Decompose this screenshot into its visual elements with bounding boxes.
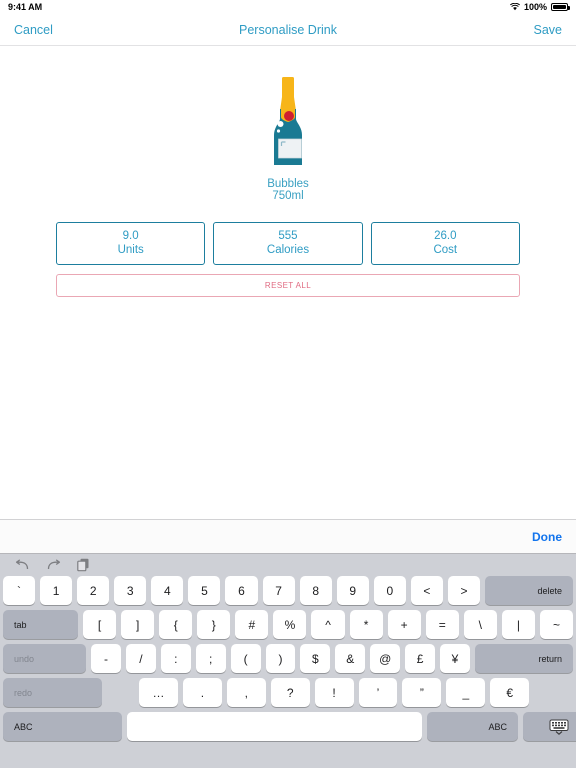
stats-row: 9.0 Units 555 Calories 26.0 Cost <box>56 222 520 265</box>
key-yen[interactable]: ¥ <box>440 644 470 673</box>
undo-icon[interactable] <box>15 559 30 571</box>
keyboard-row-5: ABC ABC <box>3 712 576 741</box>
key-asterisk[interactable]: * <box>349 610 383 639</box>
keyboard-row-1: ` 1 2 3 4 5 6 7 8 9 0 < > delete <box>3 576 574 605</box>
battery-icon <box>551 3 570 11</box>
key-caret[interactable]: ^ <box>311 610 345 639</box>
key-quote[interactable]: ” <box>402 678 442 707</box>
key-apostrophe[interactable]: ’ <box>358 678 398 707</box>
save-button[interactable]: Save <box>534 23 563 37</box>
paste-icon[interactable] <box>77 558 90 572</box>
key-delete[interactable]: delete <box>485 576 574 605</box>
key-7[interactable]: 7 <box>262 576 295 605</box>
key-5[interactable]: 5 <box>188 576 221 605</box>
key-6[interactable]: 6 <box>225 576 258 605</box>
key-backslash[interactable]: \ <box>463 610 497 639</box>
key-brace-right[interactable]: } <box>197 610 231 639</box>
key-exclamation[interactable]: ! <box>314 678 354 707</box>
row4-trailing-spacer <box>534 678 573 707</box>
key-question[interactable]: ? <box>270 678 310 707</box>
stat-box-units[interactable]: 9.0 Units <box>56 222 206 265</box>
champagne-bottle-icon <box>274 77 302 165</box>
stat-label-cost: Cost <box>433 244 458 256</box>
key-undo[interactable]: undo <box>3 644 86 673</box>
stat-box-cost[interactable]: 26.0 Cost <box>370 222 520 265</box>
key-dollar[interactable]: $ <box>300 644 331 673</box>
dismiss-keyboard-icon[interactable] <box>523 712 576 741</box>
key-underscore[interactable]: _ <box>446 678 486 707</box>
key-plus[interactable]: + <box>387 610 421 639</box>
key-ampersand[interactable]: & <box>335 644 366 673</box>
key-colon[interactable]: : <box>160 644 191 673</box>
key-brace-left[interactable]: { <box>159 610 193 639</box>
stat-value-cost: 26.0 <box>434 230 457 242</box>
main-content: Bubbles 750ml 9.0 Units 555 Calories 26.… <box>0 47 576 519</box>
key-3[interactable]: 3 <box>114 576 147 605</box>
redo-icon[interactable] <box>46 559 61 571</box>
key-at[interactable]: @ <box>370 644 401 673</box>
key-less-than[interactable]: < <box>410 576 443 605</box>
stat-value-calories: 555 <box>278 230 298 242</box>
key-8[interactable]: 8 <box>299 576 332 605</box>
cancel-button[interactable]: Cancel <box>14 23 53 37</box>
navigation-bar: Cancel Personalise Drink Save <box>0 14 576 46</box>
key-paren-right[interactable]: ) <box>265 644 296 673</box>
key-return[interactable]: return <box>474 644 573 673</box>
drink-volume: 750ml <box>272 190 304 202</box>
keyboard-accessory-bar: Done <box>0 519 576 554</box>
key-slash[interactable]: / <box>125 644 156 673</box>
onscreen-keyboard: ` 1 2 3 4 5 6 7 8 9 0 < > delete tab [ ]… <box>0 554 576 768</box>
status-indicators: 100% <box>509 2 570 12</box>
done-button[interactable]: Done <box>532 530 562 544</box>
key-bracket-right[interactable]: ] <box>121 610 155 639</box>
drink-summary: Bubbles 750ml <box>0 75 576 203</box>
key-hash[interactable]: # <box>235 610 269 639</box>
stat-label-units: Units <box>117 244 144 256</box>
key-tilde[interactable]: ~ <box>539 610 574 639</box>
key-period[interactable]: . <box>182 678 222 707</box>
reset-all-button[interactable]: RESET ALL <box>56 274 520 297</box>
keyboard-row-2: tab [ ] { } # % ^ * + = \ | ~ <box>3 610 574 639</box>
key-comma[interactable]: , <box>226 678 266 707</box>
drink-name: Bubbles <box>267 178 309 190</box>
stat-box-calories[interactable]: 555 Calories <box>213 222 363 265</box>
key-redo[interactable]: redo <box>3 678 102 707</box>
key-4[interactable]: 4 <box>151 576 184 605</box>
stat-label-calories: Calories <box>266 244 310 256</box>
stat-value-units: 9.0 <box>122 230 139 242</box>
key-2[interactable]: 2 <box>77 576 110 605</box>
battery-percent: 100% <box>523 2 547 12</box>
key-euro[interactable]: € <box>490 678 530 707</box>
page-title: Personalise Drink <box>239 22 337 37</box>
key-bracket-left[interactable]: [ <box>83 610 117 639</box>
key-semicolon[interactable]: ; <box>195 644 226 673</box>
row4-spacer <box>107 678 134 707</box>
key-9[interactable]: 9 <box>336 576 369 605</box>
key-paren-left[interactable]: ( <box>230 644 261 673</box>
key-pound[interactable]: £ <box>405 644 436 673</box>
keyboard-row-3: undo - / : ; ( ) $ & @ £ ¥ return <box>3 644 573 673</box>
key-abc-right[interactable]: ABC <box>427 712 518 741</box>
wifi-icon <box>509 3 520 11</box>
key-backtick[interactable]: ` <box>3 576 36 605</box>
key-hyphen[interactable]: - <box>91 644 121 673</box>
status-bar: 9:41 AM 100% <box>0 0 576 14</box>
status-time: 9:41 AM <box>8 2 43 12</box>
keyboard-tools <box>3 554 573 576</box>
keyboard-row-4: redo … . , ? ! ’ ” _ € <box>3 678 573 707</box>
key-1[interactable]: 1 <box>40 576 73 605</box>
key-0[interactable]: 0 <box>373 576 406 605</box>
key-space[interactable] <box>127 712 422 741</box>
key-pipe[interactable]: | <box>501 610 535 639</box>
key-abc-left[interactable]: ABC <box>3 712 122 741</box>
key-ellipsis[interactable]: … <box>139 678 178 707</box>
key-equals[interactable]: = <box>425 610 459 639</box>
key-percent[interactable]: % <box>273 610 307 639</box>
key-tab[interactable]: tab <box>3 610 78 639</box>
key-greater-than[interactable]: > <box>447 576 481 605</box>
